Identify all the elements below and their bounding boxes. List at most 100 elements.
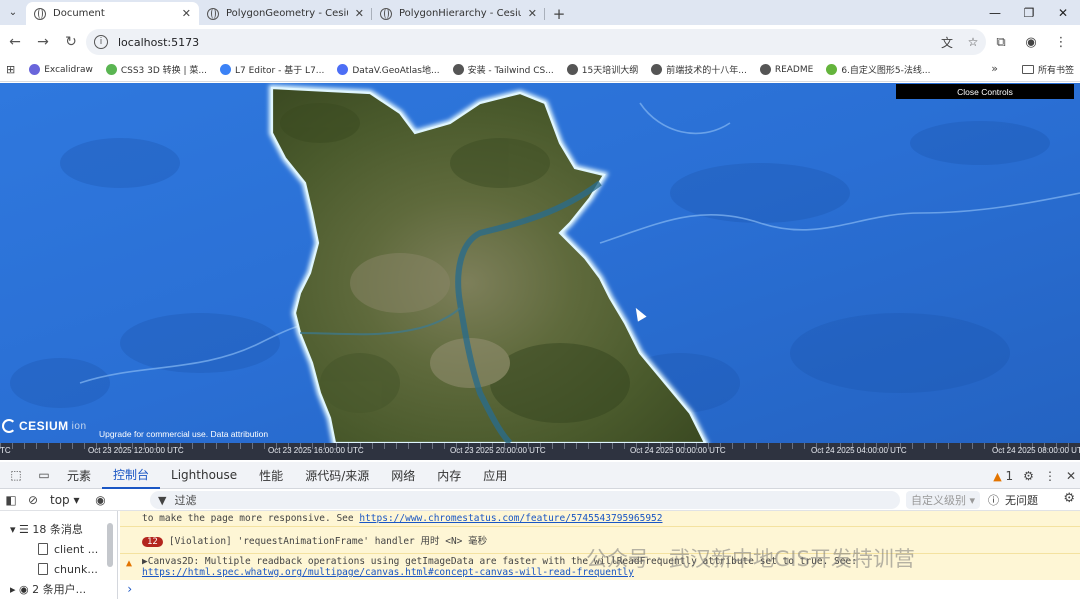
console-filter-input[interactable]: ▼ 过滤	[150, 491, 900, 509]
address-bar[interactable]: i localhost:5173 文 ☆	[86, 29, 986, 55]
devtools-right-actions: ▲ 1 ⚙ ⋮ ✕	[993, 462, 1076, 489]
warning-icon: ▲	[993, 469, 1002, 483]
bookmark-star-icon[interactable]: ☆	[960, 35, 986, 49]
devtools-tab-elements[interactable]: 元素	[56, 462, 102, 489]
timeline-label: TC	[0, 446, 11, 455]
globe-imagery[interactable]	[0, 83, 1080, 443]
tab-polygon-geometry[interactable]: PolygonGeometry - Cesium ... ✕	[199, 2, 372, 25]
log-levels-dropdown[interactable]: 自定义级别 ▾	[906, 491, 980, 509]
bookmark-item[interactable]: CSS3 3D 转换 | 菜...	[105, 63, 207, 76]
sidebar-file-item[interactable]: chunk...	[0, 559, 117, 579]
close-window-icon[interactable]: ✕	[1046, 0, 1080, 25]
tab-search-button[interactable]: ⌄	[0, 0, 26, 25]
filter-placeholder: 过滤	[174, 494, 197, 507]
tab-separator	[544, 8, 545, 20]
devtools-tab-console[interactable]: 控制台	[102, 462, 161, 489]
bookmark-label: 6.自定义图形5-法线...	[841, 66, 931, 76]
site-info-icon[interactable]: i	[94, 35, 108, 49]
timeline-label: Oct 23 2025 16:00:00 UTC	[268, 446, 364, 455]
bookmark-item[interactable]: DataV.GeoAtlas地...	[337, 63, 440, 76]
bookmark-item[interactable]: README	[759, 64, 813, 75]
warning-counter[interactable]: ▲ 1	[993, 469, 1013, 483]
tab-polygon-hierarchy[interactable]: PolygonHierarchy - Cesium ... ✕	[372, 2, 545, 25]
bookmark-label: 安装 - Tailwind CS...	[467, 66, 554, 76]
bookmark-item[interactable]: 安装 - Tailwind CS...	[452, 63, 554, 76]
timeline-bar[interactable]: TC Oct 23 2025 12:00:00 UTC Oct 23 2025 …	[0, 443, 1080, 460]
more-bookmarks-icon[interactable]: »	[991, 62, 998, 75]
bookmark-favicon	[219, 64, 231, 75]
close-tab-icon[interactable]: ✕	[182, 7, 191, 20]
close-tab-icon[interactable]: ✕	[528, 7, 537, 20]
globe-icon	[207, 7, 219, 20]
devtools-tabbar: ⬚ ▭ 元素 控制台 Lighthouse 性能 源代码/来源 网络 内存 应用…	[0, 462, 1080, 489]
browser-tab-strip: ⌄ Document ✕ PolygonGeometry - Cesium ..…	[0, 0, 1080, 25]
all-bookmarks-folder[interactable]: 所有书签	[1021, 63, 1074, 76]
bookmark-label: Excalidraw	[44, 64, 93, 75]
console-toolbar: ◧ ⊘ top ▾ ◉ ▼ 过滤 自定义级别 ▾ ⓘ 无问题 ⚙	[0, 489, 1080, 511]
url-text[interactable]: localhost:5173	[118, 36, 934, 49]
device-toolbar-icon[interactable]: ▭	[32, 468, 56, 482]
warning-count: 1	[1005, 468, 1014, 483]
sidebar-file-item[interactable]: client ...	[0, 539, 117, 559]
profile-icon[interactable]: ◉	[1018, 29, 1044, 55]
devtools-tab-lighthouse[interactable]: Lighthouse	[160, 462, 248, 489]
devtools-tab-network[interactable]: 网络	[380, 462, 426, 489]
translate-icon[interactable]: 文	[934, 34, 960, 51]
tab-document[interactable]: Document ✕	[26, 2, 199, 25]
cesium-viewer[interactable]: Close Controls CESIUM ion Upgrade for co…	[0, 83, 1080, 443]
tab-title: PolygonHierarchy - Cesium ...	[399, 8, 521, 19]
cesium-logo[interactable]: CESIUM ion	[2, 419, 87, 433]
devtools-menu-icon[interactable]: ⋮	[1044, 469, 1056, 483]
cesium-logo-icon	[2, 419, 16, 433]
close-tab-icon[interactable]: ✕	[355, 7, 364, 20]
minimize-icon[interactable]: —	[978, 0, 1012, 25]
credit-text[interactable]: Upgrade for commercial use. Data attribu…	[99, 429, 268, 439]
sidebar-users-label: 2 条用户...	[32, 583, 87, 596]
devtools-tab-performance[interactable]: 性能	[248, 462, 294, 489]
apps-grid-icon[interactable]: ⊞	[6, 63, 15, 76]
bookmark-item[interactable]: Excalidraw	[29, 64, 93, 75]
timeline-label: Oct 23 2025 20:00:00 UTC	[450, 446, 546, 455]
clear-console-icon[interactable]: ⊘	[22, 493, 44, 507]
issues-label: 无问题	[1005, 494, 1038, 507]
context-selector[interactable]: top ▾	[50, 493, 80, 507]
bookmark-favicon	[826, 64, 838, 75]
live-expression-eye-icon[interactable]: ◉	[90, 493, 112, 507]
console-prompt[interactable]: ›	[120, 582, 1080, 596]
console-message[interactable]: to make the page more responsive. See ht…	[120, 511, 1080, 526]
file-icon	[38, 563, 48, 575]
bookmark-item[interactable]: 前端技术的十八年...	[651, 63, 747, 76]
bookmark-item[interactable]: L7 Editor - 基于 L7...	[219, 63, 324, 76]
new-tab-button[interactable]: +	[545, 2, 573, 25]
console-settings-icon[interactable]: ⚙	[1063, 491, 1075, 506]
folder-label: 所有书签	[1037, 66, 1074, 76]
sidebar-user-messages[interactable]: ▸ ◉ 2 条用户...	[0, 579, 117, 599]
close-devtools-icon[interactable]: ✕	[1066, 469, 1076, 483]
devtools-tab-memory[interactable]: 内存	[426, 462, 472, 489]
bookmarks-bar: ⊞ Excalidraw CSS3 3D 转换 | 菜... L7 Editor…	[0, 58, 1080, 82]
tab-title: Document	[53, 8, 105, 19]
message-link[interactable]: https://www.chromestatus.com/feature/574…	[359, 513, 662, 524]
extensions-icon[interactable]: ⧉	[988, 29, 1014, 55]
sidebar-scrollbar[interactable]	[107, 523, 113, 567]
devtools-tab-sources[interactable]: 源代码/来源	[294, 462, 380, 489]
reload-icon[interactable]: ↻	[58, 29, 84, 55]
message-link[interactable]: https://html.spec.whatwg.org/multipage/c…	[142, 567, 634, 578]
close-controls-button[interactable]: Close Controls	[896, 84, 1074, 99]
bookmark-favicon	[651, 64, 663, 75]
devtools-tab-application[interactable]: 应用	[472, 462, 518, 489]
bookmark-item[interactable]: 15天培训大纲	[566, 63, 638, 76]
bookmark-label: 前端技术的十八年...	[666, 66, 747, 76]
sidebar-messages[interactable]: ▾ ☰ 18 条消息	[0, 519, 117, 539]
forward-icon[interactable]: →	[30, 29, 56, 55]
bookmark-label: DataV.GeoAtlas地...	[352, 66, 440, 76]
console-sidebar: ▾ ☰ 18 条消息 client ... chunk... ▸ ◉ 2 条用户…	[0, 511, 118, 599]
sidebar-toggle-icon[interactable]: ◧	[0, 493, 22, 507]
issues-indicator[interactable]: ⓘ 无问题	[988, 492, 1038, 508]
bookmark-item[interactable]: 6.自定义图形5-法线...	[826, 63, 930, 76]
menu-icon[interactable]: ⋮	[1048, 29, 1074, 55]
restore-icon[interactable]: ❐	[1012, 0, 1046, 25]
inspect-element-icon[interactable]: ⬚	[4, 468, 28, 482]
settings-gear-icon[interactable]: ⚙	[1023, 469, 1034, 483]
back-icon[interactable]: ←	[2, 29, 28, 55]
